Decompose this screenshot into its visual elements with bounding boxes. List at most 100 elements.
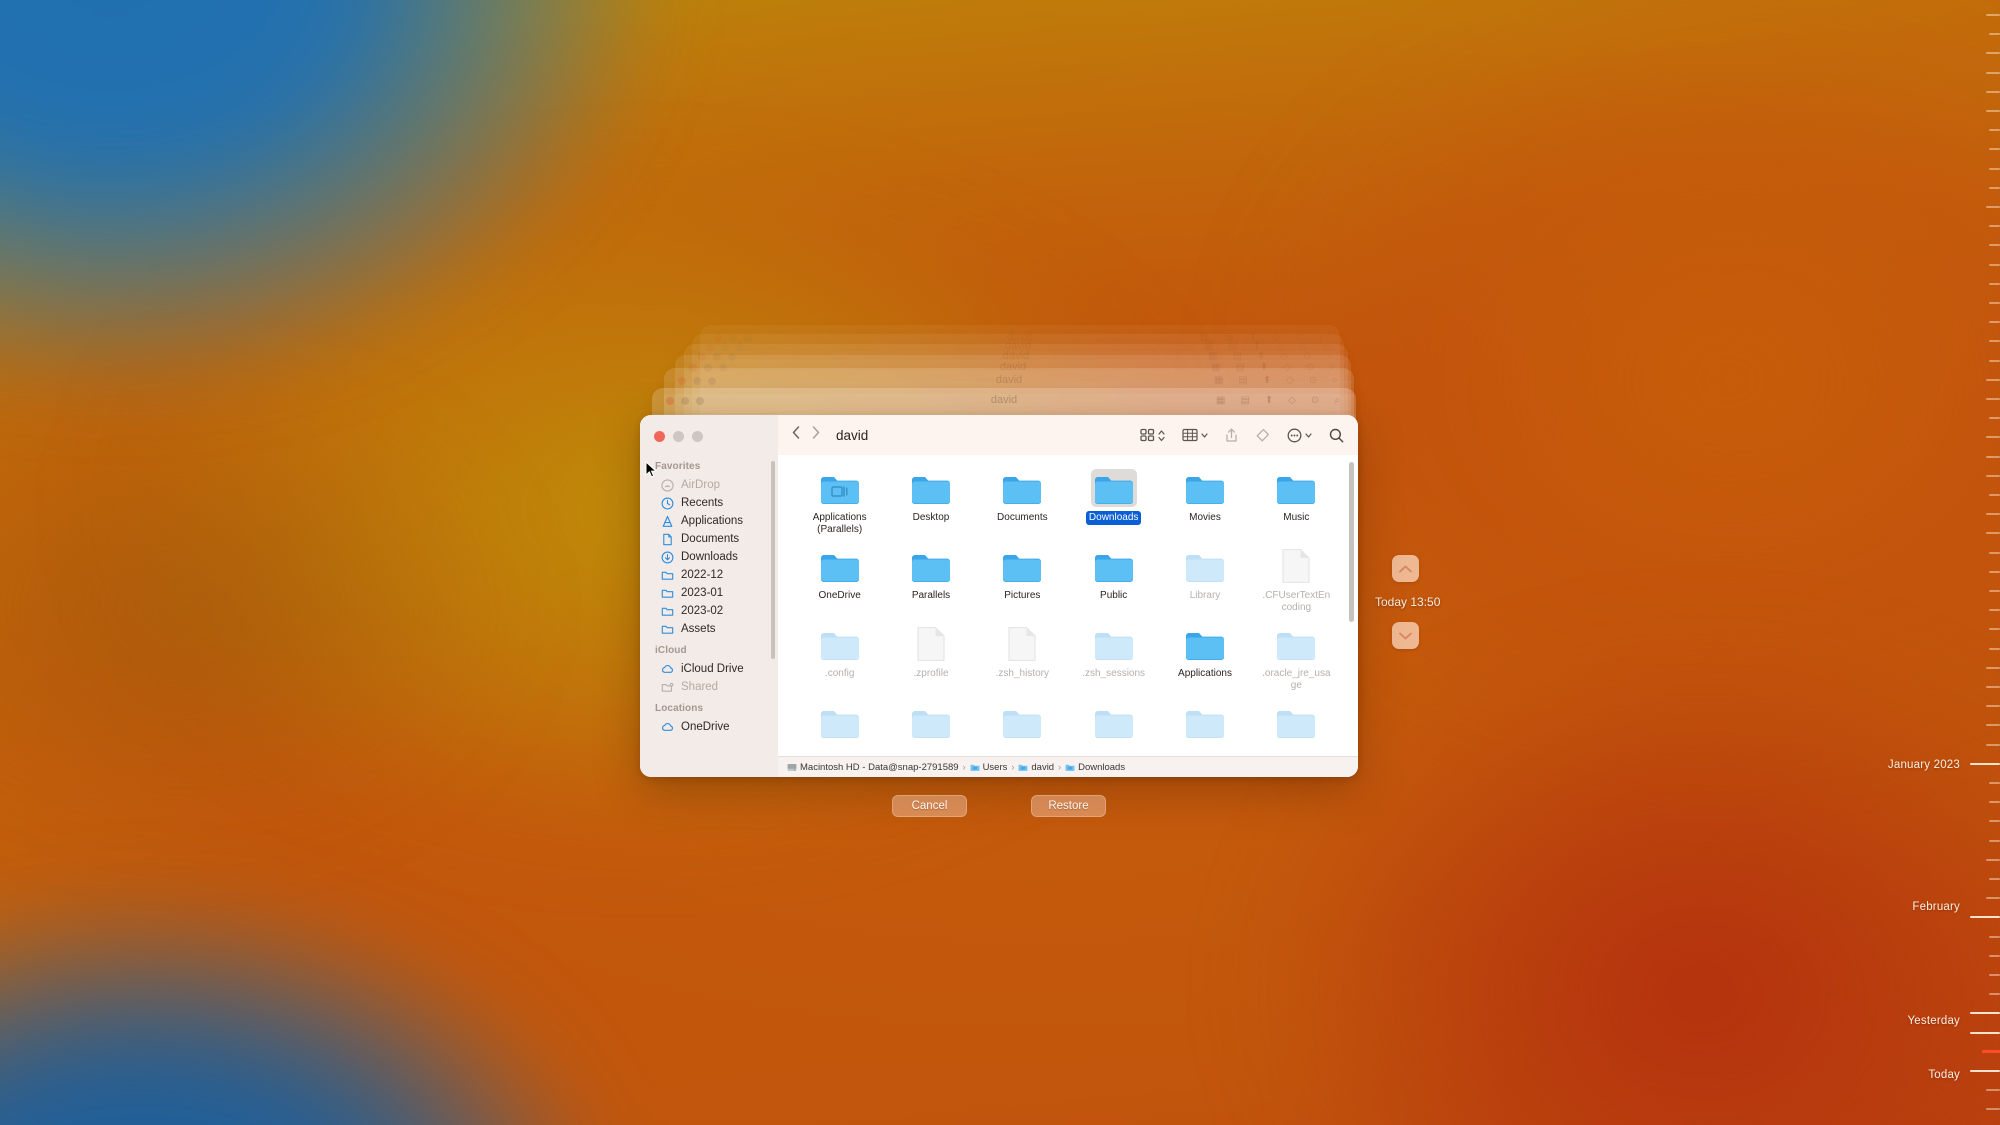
timeline-tick[interactable] [1986,667,2000,669]
file-item-config[interactable]: .config [794,625,885,693]
maximize-button[interactable] [692,431,703,442]
file-item[interactable] [1068,703,1159,746]
timeline-tick[interactable] [1989,571,2000,573]
timeline-tick[interactable] [1970,1070,2000,1072]
timeline-tick[interactable] [1986,72,2000,74]
timeline-tick[interactable] [1970,916,2000,918]
timeline-tick[interactable] [1986,744,2000,746]
file-item-desktop[interactable]: Desktop [885,469,976,537]
timeline-tick[interactable] [1989,974,2000,976]
timeline-tick[interactable] [1989,878,2000,880]
file-item[interactable] [794,703,885,746]
sidebar-item-assets[interactable]: Assets [646,620,772,638]
sidebar-item-2022-12[interactable]: 2022-12 [646,566,772,584]
sidebar-item-downloads[interactable]: Downloads [646,548,772,566]
timeline-tick[interactable] [1989,129,2000,131]
file-item-cfusertextencoding[interactable]: .CFUserTextEncoding [1251,547,1342,615]
timeline-tick[interactable] [1986,456,2000,458]
file-item-applications-parallels-[interactable]: Applications (Parallels) [794,469,885,537]
timeline-tick[interactable] [1986,705,2000,707]
timeline-tick[interactable] [1989,33,2000,35]
restore-button[interactable]: Restore [1031,795,1106,817]
timeline-tick[interactable] [1986,91,2000,93]
timeline-tick[interactable] [1989,321,2000,323]
back-button[interactable] [792,426,800,444]
timeline-tick[interactable] [1989,360,2000,362]
sidebar-scrollbar[interactable] [771,461,775,659]
breadcrumb-segment[interactable]: Downloads [1065,762,1125,773]
sidebar-item-2023-01[interactable]: 2023-01 [646,584,772,602]
breadcrumb-segment[interactable]: Users [970,762,1008,773]
time-machine-timeline[interactable]: January 2023FebruaryYesterdayTodayNow [1850,0,2000,1125]
timeline-tick[interactable] [1986,206,2000,208]
file-item-music[interactable]: Music [1251,469,1342,537]
breadcrumb-segment[interactable]: Macintosh HD - Data@snap-2791589 [787,762,959,773]
file-item-zsh-sessions[interactable]: .zsh_sessions [1068,625,1159,693]
file-item-applications[interactable]: Applications [1159,625,1250,693]
timeline-tick[interactable] [1986,1089,2000,1091]
timeline-tick[interactable] [1986,379,2000,381]
sidebar-item-applications[interactable]: Applications [646,512,772,530]
timeline-tick[interactable] [1989,801,2000,803]
search-button[interactable] [1329,428,1344,443]
timeline-label[interactable]: Yesterday [1907,1015,1960,1027]
file-item-oracle-jre-usage[interactable]: .oracle_jre_usage [1251,625,1342,693]
file-item-pictures[interactable]: Pictures [977,547,1068,615]
timeline-tick[interactable] [1986,52,2000,54]
timeline-tick[interactable] [1989,955,2000,957]
timeline-tick[interactable] [1986,1108,2000,1110]
file-item-public[interactable]: Public [1068,547,1159,615]
timeline-tick[interactable] [1986,436,2000,438]
timeline-tick[interactable] [1986,897,2000,899]
timeline-tick[interactable] [1989,590,2000,592]
sidebar-item-2023-02[interactable]: 2023-02 [646,602,772,620]
timeline-current-tick[interactable] [1982,1050,2000,1053]
timeline-tick[interactable] [1989,244,2000,246]
sidebar-item-recents[interactable]: Recents [646,494,772,512]
timeline-tick[interactable] [1989,840,2000,842]
timeline-tick[interactable] [1986,14,2000,16]
file-item-zprofile[interactable]: .zprofile [885,625,976,693]
timeline-tick[interactable] [1970,1032,2000,1034]
timeline-tick[interactable] [1989,187,2000,189]
timeline-tick[interactable] [1989,609,2000,611]
sidebar-item-icloud-drive[interactable]: iCloud Drive [646,660,772,678]
timeline-tick[interactable] [1989,648,2000,650]
file-item[interactable] [1159,703,1250,746]
timeline-tick[interactable] [1989,302,2000,304]
timeline-label[interactable]: Today [1928,1069,1960,1081]
file-item-library[interactable]: Library [1159,547,1250,615]
timeline-tick[interactable] [1989,417,2000,419]
minimize-button[interactable] [673,431,684,442]
timeline-tick[interactable] [1986,532,2000,534]
timeline-tick[interactable] [1989,628,2000,630]
timeline-down-button[interactable] [1392,622,1419,649]
timeline-tick[interactable] [1989,340,2000,342]
breadcrumb-segment[interactable]: david [1018,762,1054,773]
timeline-tick[interactable] [1989,782,2000,784]
timeline-tick[interactable] [1989,168,2000,170]
file-item[interactable] [1251,703,1342,746]
timeline-tick[interactable] [1986,686,2000,688]
file-grid-scrollbar[interactable] [1349,462,1354,622]
timeline-tick[interactable] [1986,110,2000,112]
timeline-tick[interactable] [1989,225,2000,227]
file-item-onedrive[interactable]: OneDrive [794,547,885,615]
timeline-tick[interactable] [1989,264,2000,266]
timeline-tick[interactable] [1986,513,2000,515]
file-item[interactable] [977,703,1068,746]
timeline-tick[interactable] [1986,475,2000,477]
file-item-downloads[interactable]: Downloads [1068,469,1159,537]
sidebar-item-airdrop[interactable]: AirDrop [646,476,772,494]
share-button[interactable] [1225,428,1238,443]
timeline-tick[interactable] [1986,724,2000,726]
timeline-tick[interactable] [1989,552,2000,554]
timeline-up-button[interactable] [1392,555,1419,582]
timeline-tick[interactable] [1986,859,2000,861]
timeline-tick[interactable] [1986,398,2000,400]
more-actions-button[interactable] [1287,428,1312,443]
timeline-tick[interactable] [1989,283,2000,285]
timeline-tick[interactable] [1989,936,2000,938]
file-item-documents[interactable]: Documents [977,469,1068,537]
group-by-button[interactable] [1182,428,1208,442]
